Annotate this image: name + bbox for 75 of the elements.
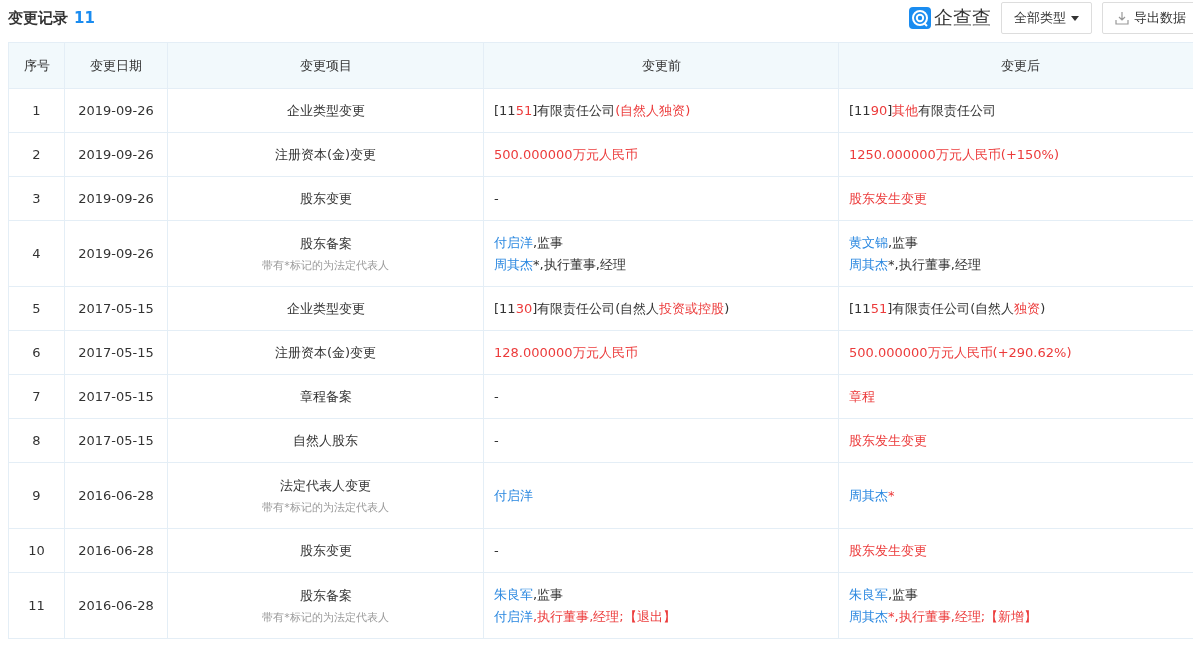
change-item-text: 股东变更: [298, 189, 353, 208]
date-cell: 2017-05-15: [64, 418, 168, 463]
after-value-text: [1151]有限责任公司(自然人独资): [849, 299, 1047, 318]
before-value-text: -: [494, 387, 500, 406]
change-item-text: 法定代表人变更: [279, 476, 372, 495]
caret-icon: [1071, 15, 1079, 21]
column-header: 变更前: [483, 42, 839, 89]
column-header: 变更日期: [64, 42, 168, 89]
index-cell: 1: [8, 88, 65, 133]
index-cell: 5: [8, 286, 65, 331]
after-value-text: 周其杰*: [849, 486, 896, 505]
export-button[interactable]: 导出数据: [1102, 2, 1193, 34]
change-item-text: 股东变更: [298, 541, 353, 560]
date-cell: 2016-06-28: [64, 462, 168, 529]
after-value-text: 股东发生变更: [849, 189, 928, 208]
record-count: 11: [74, 8, 95, 27]
change-item-text: 企业类型变更: [285, 101, 366, 120]
before-value-text: -: [494, 541, 500, 560]
date-cell: 2019-09-26: [64, 220, 168, 287]
after-value-text: 朱良军,监事: [849, 585, 920, 604]
change-item-text: 注册资本(金)变更: [273, 343, 378, 362]
index-cell: 8: [8, 418, 65, 463]
date-cell: 2017-05-15: [64, 286, 168, 331]
download-icon: [1115, 11, 1129, 25]
date-cell: 2016-06-28: [64, 528, 168, 573]
after-value-text: [1190]其他有限责任公司: [849, 101, 998, 120]
date-cell: 2017-05-15: [64, 330, 168, 375]
change-item-text: 自然人股东: [292, 431, 359, 450]
index-cell: 11: [8, 572, 65, 639]
index-cell: 6: [8, 330, 65, 375]
change-item-text: 注册资本(金)变更: [273, 145, 378, 164]
before-value-text: 付启洋: [494, 486, 534, 505]
index-cell: 3: [8, 176, 65, 221]
logo-text: 企查查: [934, 5, 991, 30]
after-value-text: 1250.000000万元人民币(+150%): [849, 145, 1061, 164]
column-header: 序号: [8, 42, 65, 89]
date-cell: 2019-09-26: [64, 88, 168, 133]
before-value-text: -: [494, 189, 500, 208]
after-value-text: 黄文锦,监事: [849, 233, 920, 252]
before-value-text: 付启洋,执行董事,经理;【退出】: [494, 607, 677, 626]
change-item-text: 股东备案: [298, 586, 353, 605]
before-value-text: 500.000000万元人民币: [494, 145, 639, 164]
column-header: 变更项目: [167, 42, 484, 89]
date-cell: 2016-06-28: [64, 572, 168, 639]
date-cell: 2019-09-26: [64, 176, 168, 221]
change-item-text: 企业类型变更: [285, 299, 366, 318]
date-cell: 2019-09-26: [64, 132, 168, 177]
column-header: 变更后: [838, 42, 1193, 89]
after-value-text: 500.000000万元人民币(+290.62%): [849, 343, 1073, 362]
logo-icon: [909, 7, 931, 29]
index-cell: 9: [8, 462, 65, 529]
change-item-text: 章程备案: [298, 387, 353, 406]
before-value-text: [1130]有限责任公司(自然人投资或控股): [494, 299, 731, 318]
before-value-text: 朱良军,监事: [494, 585, 565, 604]
before-value-text: -: [494, 431, 500, 450]
after-value-text: 周其杰*,执行董事,经理: [849, 255, 982, 274]
after-value-text: 股东发生变更: [849, 541, 928, 560]
legal-rep-note: 带有*标记的为法定代表人: [261, 609, 390, 625]
after-value-text: 周其杰*,执行董事,经理;【新增】: [849, 607, 1039, 626]
legal-rep-note: 带有*标记的为法定代表人: [261, 257, 390, 273]
index-cell: 10: [8, 528, 65, 573]
before-value-text: 128.000000万元人民币: [494, 343, 639, 362]
index-cell: 4: [8, 220, 65, 287]
index-cell: 2: [8, 132, 65, 177]
change-item-text: 股东备案: [298, 234, 353, 253]
section-title: 变更记录: [8, 8, 68, 28]
index-cell: 7: [8, 374, 65, 419]
before-value-text: [1151]有限责任公司(自然人独资): [494, 101, 692, 120]
type-filter-dropdown[interactable]: 全部类型: [1001, 2, 1092, 34]
before-value-text: 付启洋,监事: [494, 233, 565, 252]
legal-rep-note: 带有*标记的为法定代表人: [261, 499, 390, 515]
date-cell: 2017-05-15: [64, 374, 168, 419]
before-value-text: 周其杰*,执行董事,经理: [494, 255, 627, 274]
after-value-text: 股东发生变更: [849, 431, 928, 450]
after-value-text: 章程: [849, 387, 876, 406]
